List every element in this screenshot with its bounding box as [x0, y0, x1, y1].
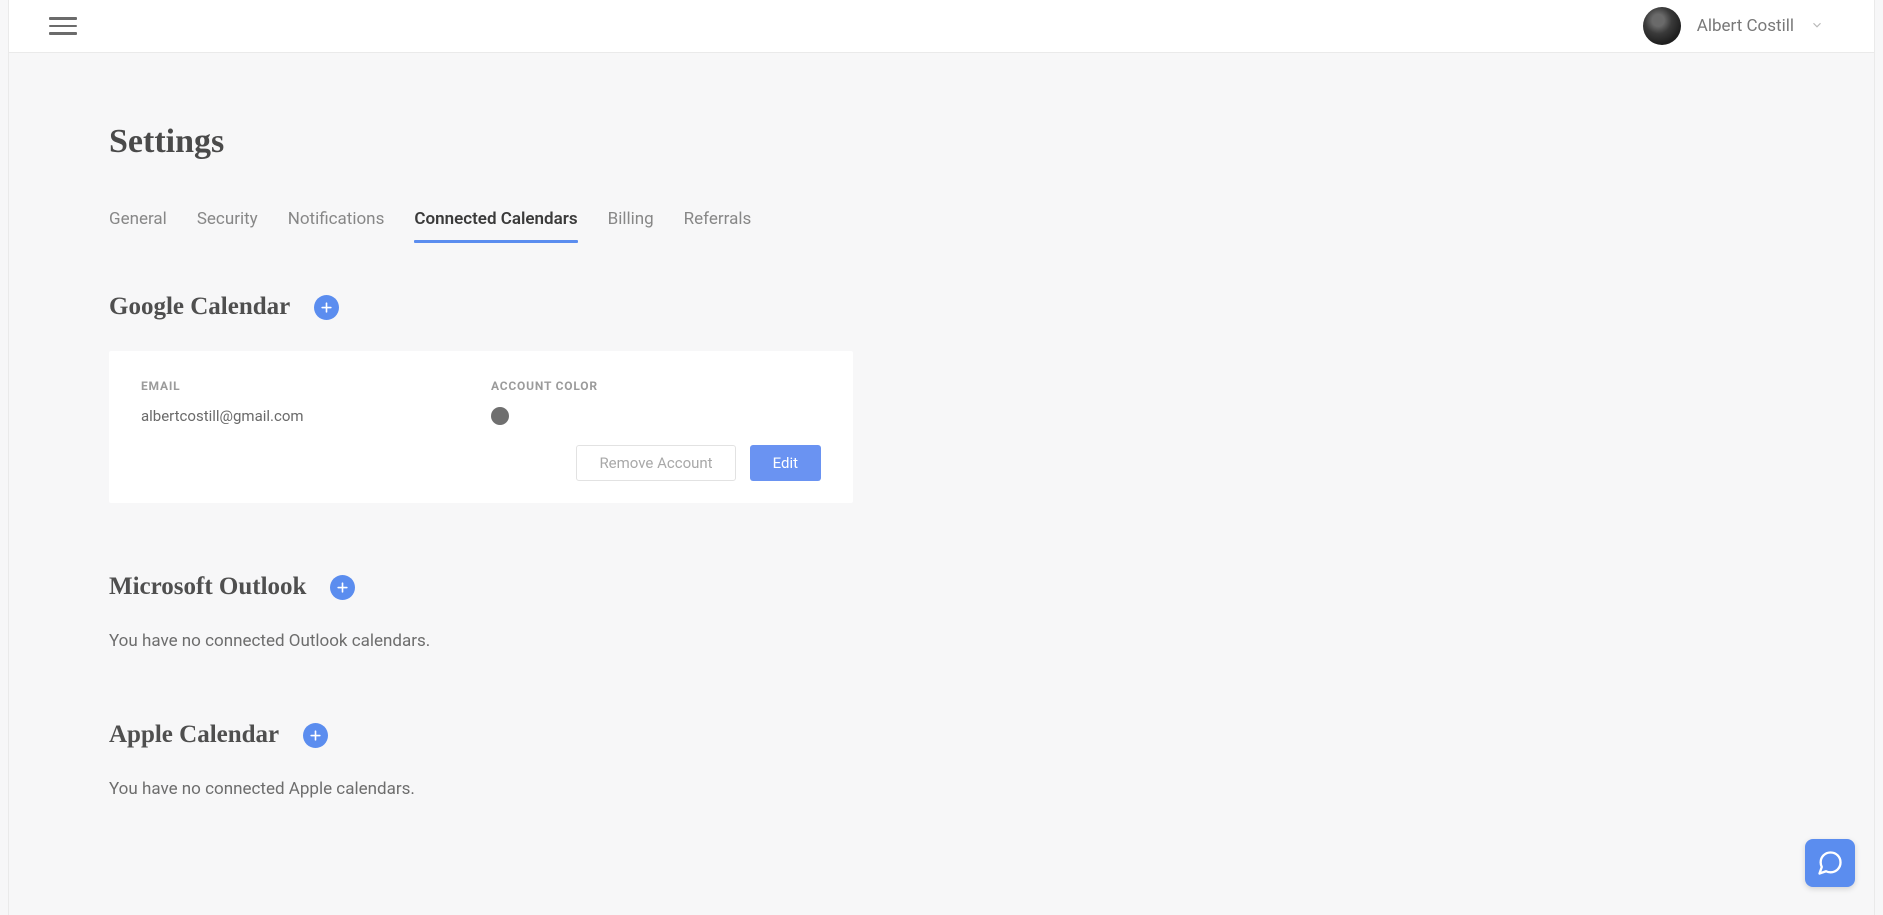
- tab-notifications[interactable]: Notifications: [288, 209, 385, 243]
- remove-account-button[interactable]: Remove Account: [576, 445, 735, 481]
- email-label: EMAIL: [141, 379, 371, 393]
- apple-empty-text: You have no connected Apple calendars.: [109, 779, 1459, 799]
- edit-account-button[interactable]: Edit: [750, 445, 821, 481]
- avatar: [1643, 7, 1681, 45]
- user-menu[interactable]: Albert Costill: [1643, 7, 1834, 45]
- menu-icon[interactable]: [49, 12, 77, 40]
- add-google-calendar-button[interactable]: [314, 295, 339, 320]
- settings-tabs: General Security Notifications Connected…: [109, 209, 1459, 243]
- section-apple-calendar: Apple Calendar You have no connected App…: [109, 721, 1459, 799]
- chat-icon: [1816, 849, 1844, 877]
- tab-connected-calendars[interactable]: Connected Calendars: [414, 209, 577, 243]
- account-color-label: ACCOUNT COLOR: [491, 379, 598, 393]
- outlook-empty-text: You have no connected Outlook calendars.: [109, 631, 1459, 651]
- chevron-down-icon: [1810, 17, 1824, 36]
- section-google-calendar: Google Calendar EMAIL albertcostill@gmai…: [109, 293, 1459, 503]
- tab-general[interactable]: General: [109, 209, 167, 243]
- plus-icon: [320, 301, 333, 314]
- add-outlook-calendar-button[interactable]: [330, 575, 355, 600]
- tab-billing[interactable]: Billing: [608, 209, 654, 243]
- section-microsoft-outlook: Microsoft Outlook You have no connected …: [109, 573, 1459, 651]
- account-color-swatch: [491, 407, 509, 425]
- tab-security[interactable]: Security: [197, 209, 258, 243]
- tab-referrals[interactable]: Referrals: [684, 209, 752, 243]
- email-value: albertcostill@gmail.com: [141, 407, 371, 425]
- add-apple-calendar-button[interactable]: [303, 723, 328, 748]
- section-title-outlook: Microsoft Outlook: [109, 573, 306, 601]
- topbar: Albert Costill: [9, 0, 1874, 53]
- user-name-label: Albert Costill: [1697, 16, 1794, 36]
- plus-icon: [309, 729, 322, 742]
- section-title-apple: Apple Calendar: [109, 721, 279, 749]
- account-card: EMAIL albertcostill@gmail.com ACCOUNT CO…: [109, 351, 853, 503]
- section-title-google: Google Calendar: [109, 293, 290, 321]
- chat-button[interactable]: [1805, 839, 1855, 887]
- plus-icon: [336, 581, 349, 594]
- page-title: Settings: [109, 123, 1459, 161]
